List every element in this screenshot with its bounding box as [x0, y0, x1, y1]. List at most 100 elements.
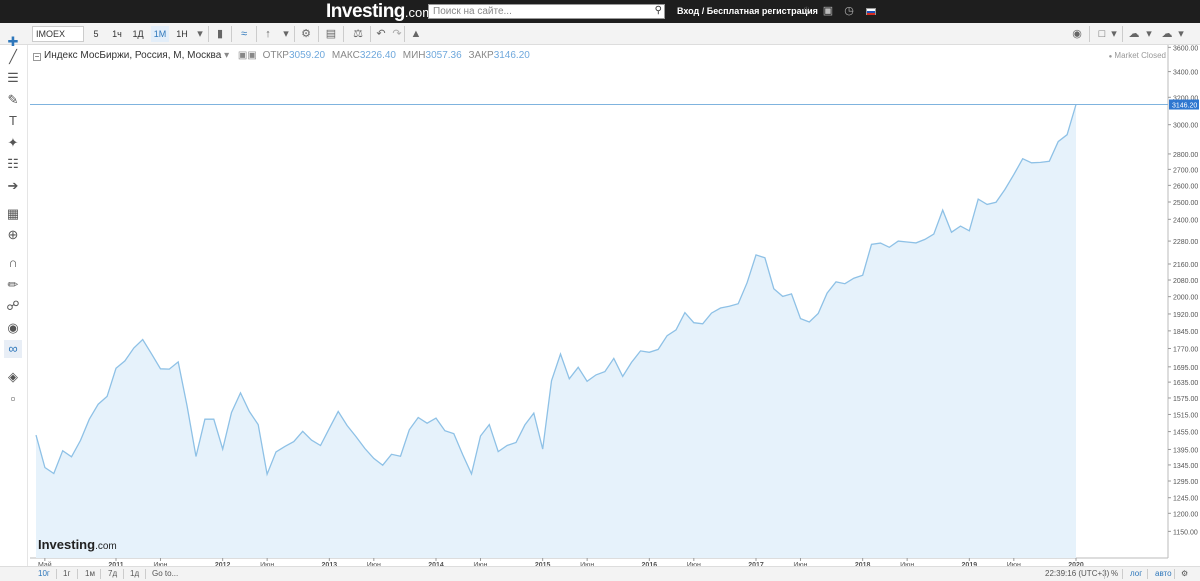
interval-dropdown-icon[interactable]: ▾: [192, 26, 208, 42]
layers-icon[interactable]: ◈: [4, 368, 22, 386]
arrow-left-icon[interactable]: ➔: [4, 177, 22, 195]
settings-square-icon[interactable]: ▣▣: [238, 50, 257, 61]
open-label: ОТКР: [262, 50, 289, 61]
price-point: [355, 435, 358, 438]
open-value: 3059.20: [288, 50, 326, 61]
trend-line-icon[interactable]: ╱: [4, 48, 22, 66]
scale-settings-gear-icon[interactable]: ⚙: [1181, 569, 1188, 578]
price-point: [719, 307, 722, 310]
range-1y-button[interactable]: 1г: [63, 569, 70, 578]
price-point: [541, 448, 544, 451]
login-register-link[interactable]: Вход / Бесплатная регистрация: [677, 6, 818, 16]
fibonacci-icon[interactable]: ☰: [4, 69, 22, 87]
price-point: [257, 423, 260, 426]
y-tick-label: 1635.00: [1173, 380, 1198, 387]
russia-flag-icon[interactable]: [866, 8, 876, 15]
candles-icon[interactable]: ▮: [212, 26, 228, 42]
series-options-icon[interactable]: ▾: [224, 50, 229, 61]
price-point: [950, 231, 953, 234]
price-point: [443, 429, 446, 432]
interval-1mo-button[interactable]: 1М: [151, 26, 169, 42]
price-point: [497, 450, 500, 453]
price-point: [515, 441, 518, 444]
price-chart[interactable]: 3600.003400.003200.003000.002800.002700.…: [0, 0, 1200, 581]
price-point: [657, 348, 660, 351]
price-point: [363, 447, 366, 450]
range-1m-button[interactable]: 1м: [85, 569, 95, 578]
price-point: [932, 233, 935, 236]
clock-icon[interactable]: ◷: [843, 5, 855, 17]
bell-icon[interactable]: ♨: [801, 5, 813, 17]
zoom-in-icon[interactable]: ⊕: [4, 226, 22, 244]
y-tick-label: 1770.00: [1173, 346, 1198, 353]
price-point: [337, 410, 340, 413]
y-tick-label: 2000.00: [1173, 295, 1198, 302]
price-point: [141, 338, 144, 341]
camera-icon[interactable]: ◉: [1069, 26, 1085, 42]
price-point: [755, 253, 758, 256]
collapse-legend-icon[interactable]: −: [33, 53, 41, 61]
link-icon[interactable]: ∞: [4, 340, 22, 358]
eye-icon[interactable]: ◉: [4, 319, 22, 337]
cloud-upload-dropdown-icon[interactable]: ▾: [1173, 26, 1189, 42]
investing-logo[interactable]: Investing.com: [326, 1, 433, 23]
percent-scale-button[interactable]: %: [1111, 569, 1118, 578]
price-point: [390, 453, 393, 456]
trash-icon[interactable]: ▫: [4, 390, 22, 408]
interval-1d-button[interactable]: 1Д: [129, 26, 147, 42]
search-input[interactable]: Поиск на сайте... ⚲: [428, 4, 665, 19]
price-point: [132, 347, 135, 350]
interval-1w-button[interactable]: 1Н: [173, 26, 191, 42]
price-point: [586, 380, 589, 383]
alert-tree-icon[interactable]: ▲: [408, 26, 424, 42]
search-icon[interactable]: ⚲: [655, 5, 662, 16]
y-tick-label: 1695.00: [1173, 365, 1198, 372]
y-tick-label: 1575.00: [1173, 396, 1198, 403]
y-tick-label: 2800.00: [1173, 152, 1198, 159]
symbol-input[interactable]: IMOEX: [32, 26, 84, 42]
price-point: [799, 317, 802, 320]
interval-1h-button[interactable]: 1ч: [108, 26, 126, 42]
prediction-icon[interactable]: ☷: [4, 155, 22, 173]
chart-type-dropdown-icon[interactable]: ▾: [278, 26, 294, 42]
auto-scale-button[interactable]: авто: [1155, 569, 1172, 578]
y-tick-label: 3400.00: [1173, 70, 1198, 77]
log-scale-button[interactable]: лог: [1130, 569, 1142, 578]
goto-date-button[interactable]: Go to...: [152, 569, 178, 578]
cloud-download-icon[interactable]: ☁: [1126, 26, 1142, 42]
range-7d-button[interactable]: 7д: [108, 569, 117, 578]
draw-lock-icon[interactable]: ✏: [4, 276, 22, 294]
price-point: [283, 445, 286, 448]
layout-dropdown-icon[interactable]: ▾: [1106, 26, 1122, 42]
chart-type-icon[interactable]: ↑: [260, 26, 276, 42]
high-label: МАКС: [331, 50, 360, 61]
price-point: [852, 277, 855, 280]
brush-icon[interactable]: ✎: [4, 91, 22, 109]
range-1d-button[interactable]: 1д: [130, 569, 139, 578]
range-10y-button[interactable]: 10г: [38, 569, 50, 578]
compare-scales-icon[interactable]: ⚖: [350, 26, 366, 42]
undo-icon[interactable]: ↶: [373, 26, 389, 42]
close-value: 3146.20: [493, 50, 530, 61]
price-point: [328, 427, 331, 430]
y-tick-label: 1150.00: [1173, 529, 1198, 536]
interval-5m-button[interactable]: 5: [88, 26, 104, 42]
close-label: ЗАКР: [468, 50, 494, 61]
price-point: [346, 424, 349, 427]
price-point: [408, 428, 411, 431]
portfolio-icon[interactable]: ▣: [822, 5, 834, 17]
price-point: [195, 455, 198, 458]
lock-icon[interactable]: ☍: [4, 297, 22, 315]
magnet-icon[interactable]: ∩: [4, 254, 22, 272]
bottom-bar: 10г 1г 1м 7д 1д Go to... 22:39:16 (UTC+3…: [0, 566, 1200, 581]
indicators-icon[interactable]: ▤: [323, 26, 339, 42]
text-tool-icon[interactable]: T: [4, 112, 22, 130]
cloud-download-dropdown-icon[interactable]: ▾: [1141, 26, 1157, 42]
measure-icon[interactable]: ▦: [4, 205, 22, 223]
price-point: [426, 422, 429, 425]
area-chart-icon[interactable]: ≈: [236, 26, 252, 42]
redo-icon[interactable]: ↷: [389, 26, 405, 42]
settings-gear-icon[interactable]: ⚙: [298, 26, 314, 42]
y-tick-label: 2280.00: [1173, 239, 1198, 246]
pattern-icon[interactable]: ✦: [4, 134, 22, 152]
